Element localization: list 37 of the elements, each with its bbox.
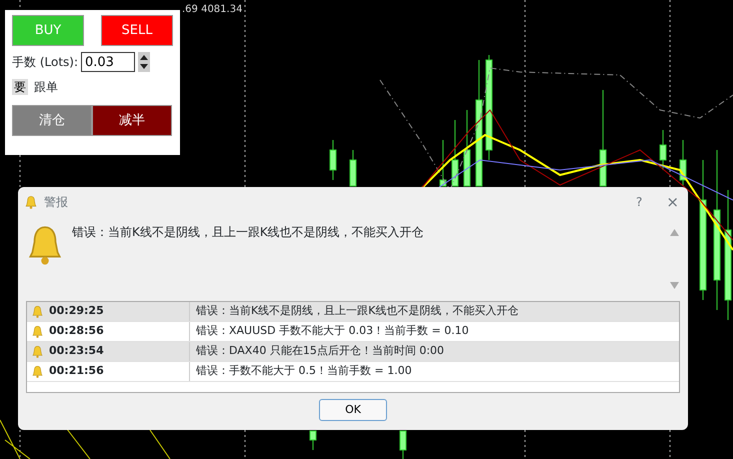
candlestick (680, 140, 686, 186)
candlestick (310, 430, 316, 450)
candlestick (660, 130, 666, 170)
candlestick (452, 120, 458, 186)
follow-label: 跟单 (34, 79, 58, 96)
alert-text: 错误：DAX40 只能在15点后开仓！当前时间 0:00 (195, 343, 444, 360)
candlestick (330, 140, 336, 180)
lots-input[interactable]: 0.03 (81, 52, 135, 72)
bell-icon (24, 195, 38, 209)
follow-toggle[interactable]: 要 (12, 79, 28, 95)
alert-text: 错误：手数不能大于 0.5！当前手数 = 1.00 (195, 363, 412, 380)
help-button[interactable]: ? (636, 193, 642, 211)
lots-label: 手数 (Lots): (12, 54, 78, 71)
alert-message: 错误：当前K线不是阴线，且上一跟K线也不是阴线，不能买入开仓 (72, 224, 425, 241)
bell-icon (31, 325, 44, 338)
candlestick (400, 430, 406, 459)
alert-time: 00:23:54 (49, 343, 104, 360)
alert-time: 00:21:56 (49, 363, 104, 380)
bell-icon (31, 365, 44, 378)
alert-text: 错误：当前K线不是阴线，且上一跟K线也不是阴线，不能买入开仓 (195, 303, 518, 320)
alert-time: 00:29:25 (49, 303, 104, 320)
bell-icon (31, 345, 44, 358)
ok-button[interactable]: OK (319, 399, 387, 421)
chart-price-text: .69 4081.34 (182, 4, 242, 16)
buy-button[interactable]: BUY (12, 15, 84, 46)
bell-icon (31, 305, 44, 318)
scroll-down-icon[interactable] (670, 282, 679, 289)
dialog-title: 警报 (44, 194, 69, 211)
candlestick (350, 150, 356, 186)
close-button[interactable]: × (666, 190, 679, 214)
alert-time: 00:28:56 (49, 323, 104, 340)
scroll-up-icon[interactable] (670, 229, 679, 236)
sell-button[interactable]: SELL (101, 15, 173, 46)
candlestick (440, 140, 446, 186)
close-all-button[interactable]: 清仓 (12, 105, 92, 136)
halve-button[interactable]: 减半 (92, 105, 172, 136)
alert-text: 错误：XAUUSD 手数不能大于 0.03！当前手数 = 0.10 (195, 323, 469, 340)
